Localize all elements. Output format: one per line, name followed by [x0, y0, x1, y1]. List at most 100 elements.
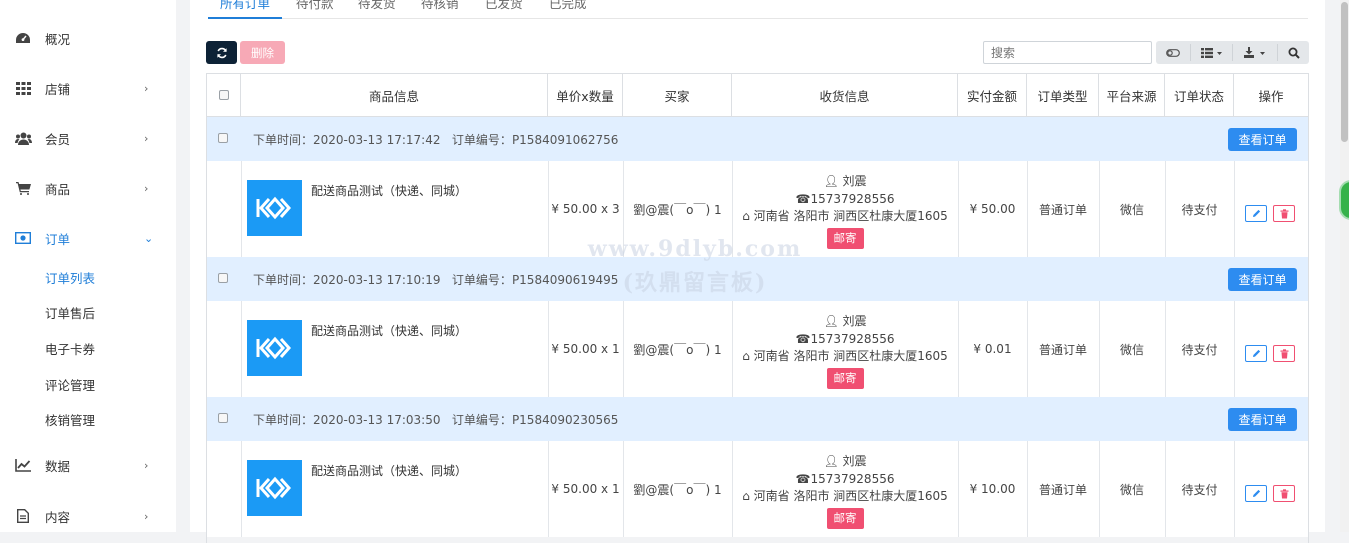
- tab-shipped[interactable]: 已发货: [485, 0, 523, 12]
- grid-icon: [14, 81, 32, 95]
- paid-amount: ¥ 50.00: [969, 202, 1016, 216]
- sidebar-item-label: 内容: [45, 509, 71, 525]
- pencil-icon: [1252, 349, 1260, 357]
- home-icon: ⌂: [742, 349, 750, 363]
- product-name[interactable]: 配送商品测试（快递、同城）: [311, 182, 467, 199]
- column-header: 订单类型: [1027, 74, 1099, 116]
- toggle-view-button[interactable]: [1156, 41, 1190, 64]
- receiver-name-line: 👤︎ 刘震: [823, 173, 866, 191]
- receiver-phone-line: ☎︎15737928556: [796, 471, 895, 489]
- sidebar-item-products[interactable]: 商品 ›: [0, 168, 176, 208]
- sidebar-item-label: 店铺: [45, 81, 71, 97]
- view-order-button[interactable]: 查看订单: [1228, 268, 1297, 291]
- scrollbar-thumb[interactable]: [1341, 2, 1348, 142]
- paid-amount: ¥ 0.01: [973, 342, 1012, 356]
- delivery-method-badge: 邮寄: [826, 367, 864, 389]
- table-row: 配送商品测试（快递、同城） ¥ 50.00 x 3 劉@震(￣o￣) 1 👤︎ …: [207, 161, 1308, 257]
- sidebar-item-content[interactable]: 内容 ›: [0, 496, 176, 536]
- column-header: 实付金额: [958, 74, 1027, 116]
- orders-table: 商品信息 单价x数量 买家 收货信息 实付金额 订单类型 平台来源 订单状态 操…: [206, 73, 1309, 543]
- tab-completed[interactable]: 已完成: [549, 0, 587, 12]
- tab-pending-payment[interactable]: 待付款: [296, 0, 334, 12]
- sidebar-subitem-order-list[interactable]: 订单列表: [45, 268, 95, 287]
- money-icon: [14, 231, 32, 245]
- search-icon: [1288, 47, 1300, 59]
- product-logo-icon: [256, 476, 291, 500]
- columns-dropdown-button[interactable]: [1191, 41, 1232, 64]
- product-logo-icon: [256, 196, 291, 220]
- receiver-name-line: 👤︎ 刘震: [823, 453, 866, 471]
- platform-source: 微信: [1119, 482, 1144, 497]
- chevron-down-icon: ⌄: [144, 231, 154, 245]
- select-all-header: [207, 74, 241, 116]
- select-all-checkbox[interactable]: [218, 90, 229, 100]
- order-checkbox[interactable]: [218, 133, 228, 143]
- sidebar-subitem-after-sales[interactable]: 订单售后: [45, 303, 95, 322]
- delete-order-button[interactable]: [1273, 205, 1295, 222]
- order-time-label: 下单时间：: [253, 413, 314, 427]
- receiver-address: 河南省 洛阳市 涧西区杜康大厦1605: [753, 349, 948, 363]
- paid-amount: ¥ 10.00: [969, 482, 1016, 496]
- sidebar-item-orders[interactable]: 订单 ⌄: [0, 218, 176, 258]
- edit-button[interactable]: [1245, 205, 1267, 222]
- dashboard-icon: [14, 31, 32, 45]
- shipping-info: 👤︎ 刘震 ☎︎15737928556 ⌂ 河南省 洛阳市 涧西区杜康大厦160…: [732, 313, 958, 389]
- edit-button[interactable]: [1245, 345, 1267, 362]
- receiver-address-line: ⌂ 河南省 洛阳市 涧西区杜康大厦1605: [742, 488, 948, 506]
- order-list-panel: 所有订单 待付款 待发货 待核销 已发货 已完成 删除 商品信息 单: [190, 0, 1325, 543]
- delete-button[interactable]: 删除: [240, 41, 285, 64]
- sidebar-item-store[interactable]: 店铺 ›: [0, 68, 176, 108]
- receiver-name: 刘震: [842, 314, 867, 328]
- user-icon: 👤︎: [823, 174, 839, 188]
- product-thumbnail[interactable]: [247, 460, 302, 516]
- table-row: 配送商品测试（快递、同城） ¥ 50.00 x 1 劉@震(￣o￣) 1 👤︎ …: [207, 441, 1308, 537]
- table-tools: [1156, 41, 1309, 64]
- receiver-name: 刘震: [842, 454, 867, 468]
- column-header: 收货信息: [732, 74, 958, 116]
- sidebar-item-members[interactable]: 会员 ›: [0, 118, 176, 158]
- trash-icon: [1280, 348, 1288, 358]
- receiver-address-line: ⌂ 河南省 洛阳市 涧西区杜康大厦1605: [742, 348, 948, 366]
- export-dropdown-button[interactable]: [1233, 41, 1277, 64]
- search-input[interactable]: [983, 41, 1152, 64]
- order-group-header: 下单时间：2020-03-13 17:17:42 订单编号：P158409106…: [207, 117, 1308, 161]
- tab-pending-shipment[interactable]: 待发货: [358, 0, 396, 12]
- receiver-name-line: 👤︎ 刘震: [823, 313, 866, 331]
- order-status-tabs: 所有订单 待付款 待发货 待核销 已发货 已完成: [208, 0, 1308, 19]
- order-type: 普通订单: [1038, 202, 1087, 217]
- receiver-phone: 15737928556: [810, 471, 895, 486]
- price-quantity: ¥ 50.00 x 1: [551, 342, 620, 356]
- view-order-button[interactable]: 查看订单: [1228, 408, 1297, 431]
- receiver-phone: 15737928556: [810, 191, 895, 206]
- tab-all-orders[interactable]: 所有订单: [220, 0, 270, 12]
- order-number: P1584090619495: [511, 273, 619, 287]
- delete-order-button[interactable]: [1273, 345, 1295, 362]
- shipping-info: 👤︎ 刘震 ☎︎15737928556 ⌂ 河南省 洛阳市 涧西区杜康大厦160…: [732, 173, 958, 249]
- active-tab-indicator: [208, 17, 282, 19]
- product-name[interactable]: 配送商品测试（快递、同城）: [311, 462, 467, 479]
- refresh-button[interactable]: [206, 41, 237, 64]
- order-no-label: 订单编号：: [451, 133, 512, 147]
- product-name[interactable]: 配送商品测试（快递、同城）: [311, 322, 467, 339]
- sidebar-subitem-verification[interactable]: 核销管理: [45, 410, 95, 429]
- sidebar-subitem-reviews[interactable]: 评论管理: [45, 375, 95, 394]
- chevron-right-icon: ›: [144, 458, 149, 472]
- tab-pending-verification[interactable]: 待核销: [421, 0, 459, 12]
- order-group-header: 下单时间：2020-03-13 17:03:50 订单编号：P158409023…: [207, 397, 1308, 441]
- order-checkbox[interactable]: [218, 273, 228, 283]
- sidebar-subitem-e-coupons[interactable]: 电子卡券: [45, 339, 95, 358]
- edit-button[interactable]: [1245, 485, 1267, 502]
- floating-action-button[interactable]: [1339, 180, 1349, 220]
- delete-order-button[interactable]: [1273, 485, 1295, 502]
- view-order-button[interactable]: 查看订单: [1228, 128, 1297, 151]
- search-button[interactable]: [1278, 41, 1309, 64]
- chevron-right-icon: ›: [144, 509, 149, 523]
- product-thumbnail[interactable]: [247, 180, 302, 236]
- order-meta: 下单时间：2020-03-13 17:17:42 订单编号：P158409106…: [253, 131, 618, 148]
- sidebar-item-overview[interactable]: 概况: [0, 18, 176, 58]
- sidebar-item-data[interactable]: 数据 ›: [0, 445, 176, 485]
- sidebar-item-label: 商品: [45, 181, 71, 197]
- order-checkbox[interactable]: [218, 413, 228, 423]
- platform-source: 微信: [1119, 342, 1144, 357]
- product-thumbnail[interactable]: [247, 320, 302, 376]
